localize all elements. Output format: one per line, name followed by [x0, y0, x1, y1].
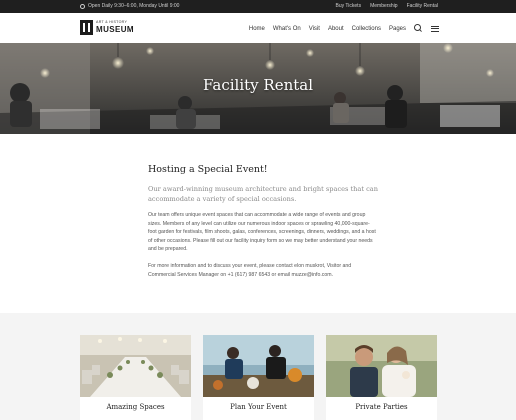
logo-text: ART & HISTORY MUSEUM [96, 21, 134, 34]
nav-collections[interactable]: Collections [352, 26, 381, 32]
logo-mark-icon [80, 20, 93, 35]
section-heading: Hosting a Special Event! [148, 164, 268, 175]
museum-logo[interactable]: ART & HISTORY MUSEUM [80, 20, 134, 35]
top-links: Buy Tickets Membership Facility Rental [336, 3, 439, 9]
page-title: Facility Rental [203, 76, 313, 94]
membership-link[interactable]: Membership [370, 3, 398, 9]
event-cards-section: Amazing Spaces Plan Your Event Private P… [0, 313, 516, 420]
card-label: Plan Your Event [230, 403, 287, 411]
top-bar: Open Daily 9:30–6:00, Monday Until 9:00 … [0, 0, 516, 13]
hamburger-menu-icon[interactable] [431, 25, 439, 32]
contact-paragraph: For more information and to discuss your… [148, 263, 352, 278]
clock-icon [80, 3, 85, 9]
logo-title: MUSEUM [96, 24, 134, 34]
hero-banner: Facility Rental [0, 43, 516, 134]
banquet-hall-image [80, 335, 191, 397]
card-label: Amazing Spaces [106, 403, 165, 411]
catering-image [203, 335, 314, 397]
nav-home[interactable]: Home [249, 26, 265, 32]
lead-text: Our award-winning museum architecture an… [148, 185, 378, 203]
buy-tickets-link[interactable]: Buy Tickets [336, 3, 362, 9]
card-amazing-spaces[interactable]: Amazing Spaces [80, 335, 191, 420]
facility-rental-link[interactable]: Facility Rental [407, 3, 438, 9]
nav-about[interactable]: About [328, 26, 344, 32]
body-paragraph: Our team offers unique event spaces that… [148, 212, 376, 253]
nav-whats-on[interactable]: What's On [273, 26, 301, 32]
main-nav: Home What's On Visit About Collections P… [249, 24, 439, 33]
card-label: Private Parties [355, 403, 408, 411]
opening-hours: Open Daily 9:30–6:00, Monday Until 9:00 [80, 3, 179, 9]
site-header: ART & HISTORY MUSEUM Home What's On Visi… [0, 13, 516, 43]
nav-visit[interactable]: Visit [309, 26, 320, 32]
card-private-parties[interactable]: Private Parties [326, 335, 437, 420]
card-plan-your-event[interactable]: Plan Your Event [203, 335, 314, 420]
opening-hours-text: Open Daily 9:30–6:00, Monday Until 9:00 [88, 3, 180, 9]
wedding-couple-image [326, 335, 437, 397]
search-icon[interactable] [414, 24, 423, 33]
nav-pages[interactable]: Pages [389, 26, 406, 32]
